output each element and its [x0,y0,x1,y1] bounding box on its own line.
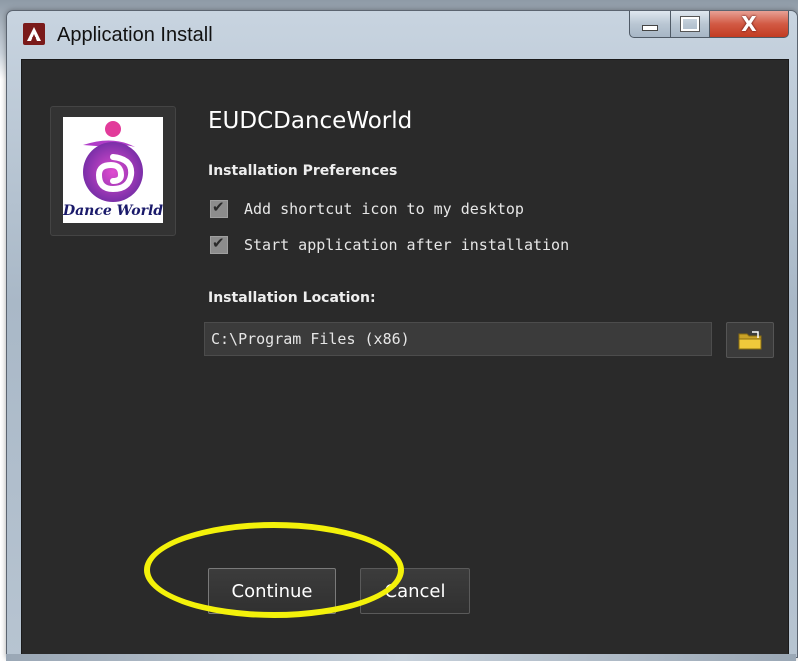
maximize-icon [680,16,700,32]
maximize-button[interactable] [671,11,710,38]
adobe-air-icon [23,23,45,45]
browse-button[interactable] [726,322,774,358]
window-bottom-edge [6,654,796,661]
install-location-input[interactable] [204,322,712,356]
cancel-button[interactable]: Cancel [360,568,470,614]
installer-window: Application Install X Dance World EUDCDa… [6,10,798,658]
minimize-icon [642,25,658,31]
desktop-shortcut-option[interactable]: ✔ Add shortcut icon to my desktop [210,198,524,220]
window-controls: X [629,11,789,43]
dance-world-logo: Dance World [62,117,163,223]
checkmark-icon: ✔ [212,234,225,252]
location-heading: Installation Location: [208,290,376,306]
checkmark-icon: ✔ [212,198,225,216]
app-logo-frame: Dance World [50,106,176,236]
preferences-heading: Installation Preferences [208,163,398,179]
start-after-install-checkbox[interactable]: ✔ [210,234,228,254]
installer-content: Dance World EUDCDanceWorld Installation … [21,59,789,657]
start-after-install-label: Start application after installation [244,236,570,254]
desktop-shortcut-checkbox[interactable]: ✔ [210,198,228,218]
minimize-button[interactable] [629,11,671,38]
close-button[interactable]: X [710,11,789,38]
start-after-install-option[interactable]: ✔ Start application after installation [210,234,569,256]
title-bar[interactable]: Application Install X [7,11,797,59]
logo-text: Dance World [63,203,163,219]
desktop-shortcut-label: Add shortcut icon to my desktop [244,200,524,218]
folder-icon [738,331,762,350]
continue-button[interactable]: Continue [208,568,336,614]
app-name: EUDCDanceWorld [208,108,413,134]
window-title: Application Install [57,24,213,46]
close-icon: X [741,12,757,36]
